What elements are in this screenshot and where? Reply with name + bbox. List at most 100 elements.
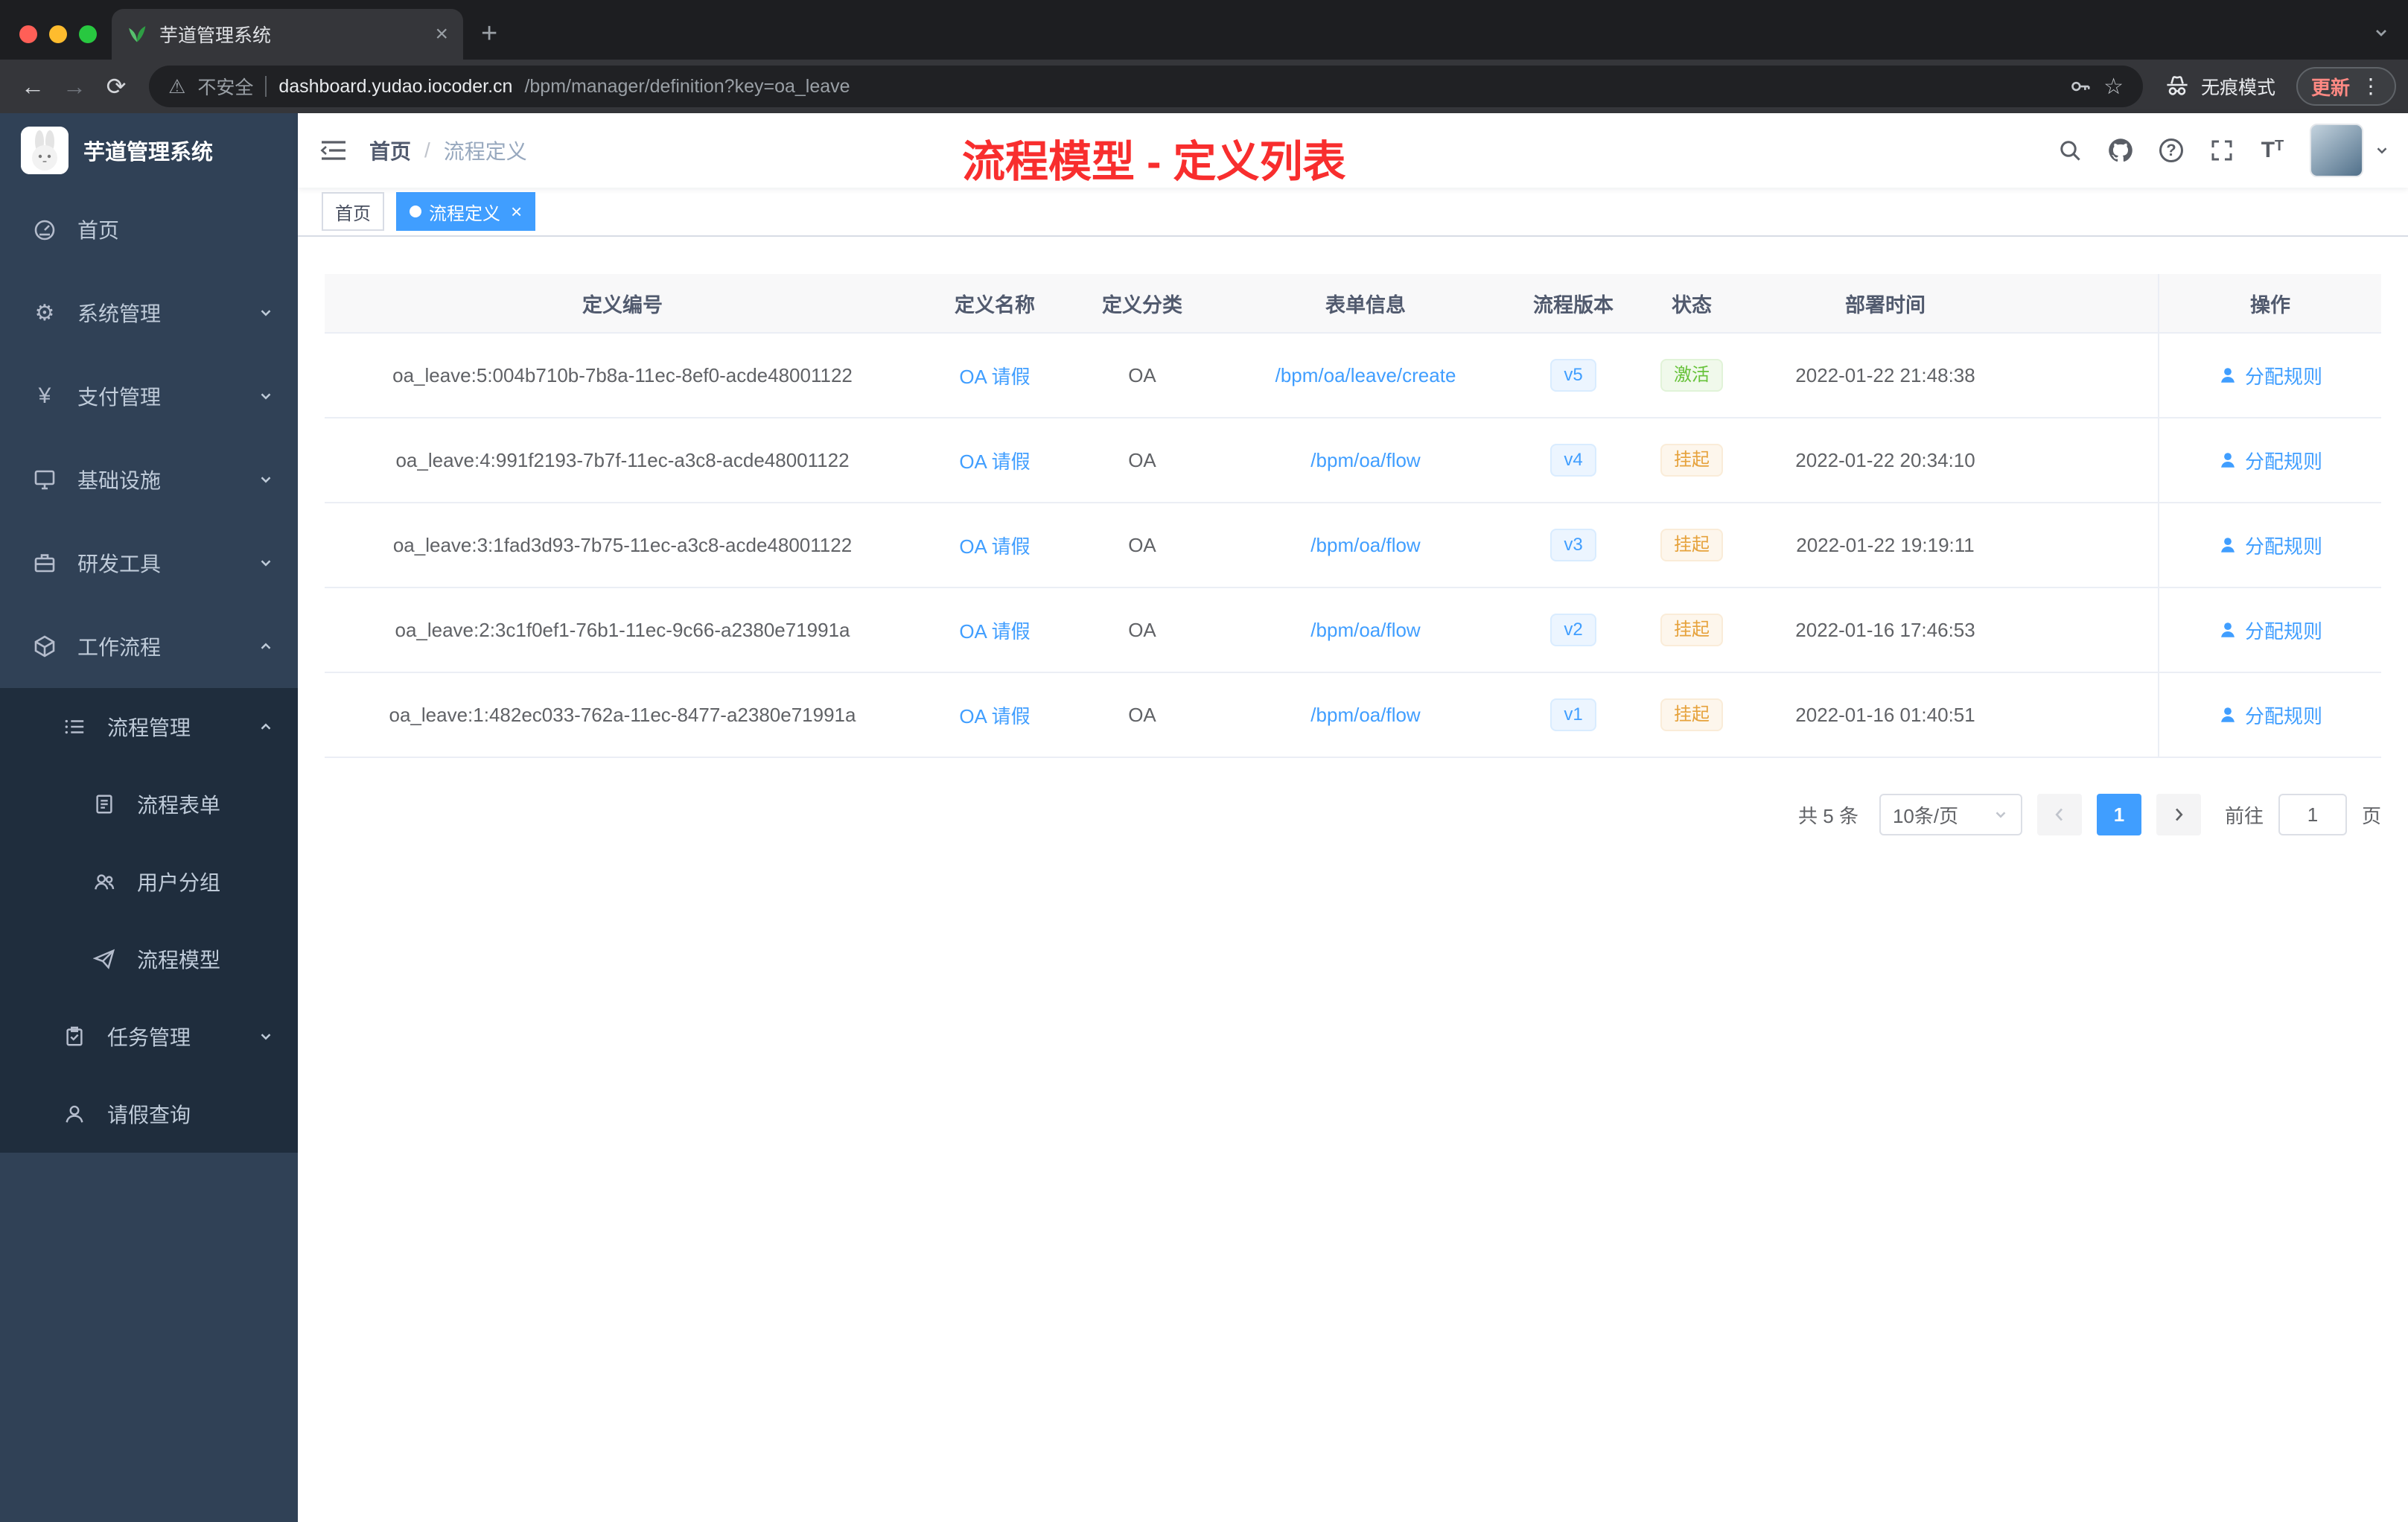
goto-page-input[interactable] (2278, 794, 2347, 835)
chevron-down-icon (258, 388, 274, 404)
sidebar-item-task-management[interactable]: 任务管理 (0, 998, 298, 1075)
version-badge: v5 (1550, 359, 1596, 392)
form-info-link[interactable]: /bpm/oa/flow (1310, 704, 1420, 727)
table-row: oa_leave:1:482ec033-762a-11ec-8477-a2380… (325, 673, 2381, 758)
user-icon (2221, 623, 2235, 637)
column-header: 表单信息 (1325, 293, 1406, 316)
avatar[interactable] (2310, 124, 2363, 177)
goto-label: 前往 (2224, 804, 2264, 827)
bookmark-star-icon[interactable]: ☆ (2103, 74, 2124, 100)
assign-rule-link[interactable]: 分配规则 (2218, 532, 2322, 559)
assign-rule-link[interactable]: 分配规则 (2218, 362, 2322, 389)
form-info-link[interactable]: /bpm/oa/flow (1310, 449, 1420, 472)
back-button[interactable]: ← (12, 74, 54, 98)
column-header: 定义分类 (1102, 293, 1182, 316)
tag-close-icon[interactable]: × (511, 202, 522, 221)
prev-page-button[interactable] (2036, 794, 2082, 835)
definition-id: oa_leave:5:004b710b-7b8a-11ec-8ef0-acde4… (392, 363, 853, 386)
assign-rule-link[interactable]: 分配规则 (2218, 617, 2322, 644)
user-icon (2221, 453, 2235, 468)
user-icon (60, 1103, 89, 1125)
sidebar-item-process-model[interactable]: 流程模型 (0, 920, 298, 998)
yen-icon: ¥ (38, 383, 51, 408)
definition-id: oa_leave:2:3c1f0ef1-76b1-11ec-9c66-a2380… (395, 618, 850, 641)
incognito-badge: 无痕模式 (2164, 73, 2275, 100)
workflow-icon (30, 634, 60, 658)
not-secure-label: 不安全 (197, 77, 254, 98)
fullscreen-icon[interactable] (2197, 138, 2247, 162)
form-info-link[interactable]: /bpm/oa/flow (1310, 619, 1420, 642)
chevron-up-icon (258, 638, 274, 655)
not-secure-warning-icon: ⚠ (168, 74, 186, 98)
new-tab-button[interactable]: + (481, 19, 497, 48)
reload-button[interactable]: ⟳ (95, 74, 137, 98)
breadcrumb: 首页 / 流程定义 (369, 136, 527, 165)
status-badge: 挂起 (1660, 698, 1723, 731)
sidebar-item-process-management[interactable]: 流程管理 (0, 688, 298, 765)
sidebar-item-dev-tools[interactable]: 研发工具 (0, 521, 298, 605)
table-row: oa_leave:4:991f2193-7b7f-11ec-a3c8-acde4… (325, 418, 2381, 503)
forward-button[interactable]: → (54, 74, 95, 98)
address-bar[interactable]: ⚠ 不安全 dashboard.yudao.iocoder.cn/bpm/man… (149, 66, 2143, 107)
version-badge: v3 (1550, 529, 1596, 561)
browser-tab[interactable]: 芋道管理系统 × (112, 9, 463, 60)
font-size-icon[interactable]: TT (2247, 138, 2298, 163)
assign-rule-link[interactable]: 分配规则 (2218, 701, 2322, 729)
definition-name-link[interactable]: OA 请假 (959, 447, 1030, 474)
github-icon[interactable] (2095, 138, 2146, 163)
page-1-button[interactable]: 1 (2096, 794, 2141, 835)
sidebar-toggle-icon[interactable] (298, 138, 369, 162)
key-icon[interactable] (2069, 75, 2092, 98)
definition-name-link[interactable]: OA 请假 (959, 617, 1030, 644)
version-badge: v1 (1550, 698, 1596, 731)
sidebar-item-infrastructure[interactable]: 基础设施 (0, 438, 298, 521)
more-menu-icon[interactable]: ⋮ (2360, 76, 2381, 97)
definition-category: OA (1128, 448, 1156, 471)
list-icon (60, 716, 89, 738)
deploy-time: 2022-01-22 19:19:11 (1796, 533, 1975, 556)
chevron-down-icon (258, 1028, 274, 1045)
incognito-label: 无痕模式 (2200, 77, 2275, 98)
sidebar-item-payment-management[interactable]: ¥ 支付管理 (0, 354, 298, 438)
sidebar-item-home[interactable]: 首页 (0, 188, 298, 271)
user-group-icon (89, 870, 119, 893)
window-minimize-button[interactable] (49, 25, 67, 43)
page-content: 定义编号 定义名称 定义分类 表单信息 流程版本 状态 部署时间 操作 oa_l… (298, 237, 2408, 1522)
version-badge: v4 (1550, 444, 1596, 477)
tag-process-definition[interactable]: 流程定义 × (396, 192, 536, 231)
form-info-link[interactable]: /bpm/oa/leave/create (1275, 364, 1456, 387)
definition-category: OA (1128, 618, 1156, 641)
sidebar-item-system-management[interactable]: ⚙ 系统管理 (0, 271, 298, 354)
tab-search-chevron-icon[interactable] (2372, 24, 2390, 42)
definition-name-link[interactable]: OA 请假 (959, 532, 1030, 559)
window-close-button[interactable] (19, 25, 37, 43)
definition-table: 定义编号 定义名称 定义分类 表单信息 流程版本 状态 部署时间 操作 oa_l… (325, 274, 2381, 758)
tab-close-icon[interactable]: × (435, 23, 448, 45)
sidebar-item-process-form[interactable]: 流程表单 (0, 765, 298, 843)
definition-name-link[interactable]: OA 请假 (959, 362, 1030, 389)
help-icon[interactable]: ? (2146, 138, 2197, 162)
sidebar-item-workflow[interactable]: 工作流程 (0, 605, 298, 688)
window-zoom-button[interactable] (79, 25, 97, 43)
chevron-left-icon (2055, 808, 2063, 821)
next-page-button[interactable] (2156, 794, 2201, 835)
pagination: 共 5 条 10条/页 1 前往 页 (325, 794, 2381, 835)
search-icon[interactable] (2045, 138, 2095, 162)
url-path: /bpm/manager/definition?key=oa_leave (524, 75, 850, 97)
sidebar-item-user-group[interactable]: 用户分组 (0, 843, 298, 920)
url-host: dashboard.yudao.iocoder.cn (278, 75, 513, 97)
page-size-select[interactable]: 10条/页 (1879, 794, 2022, 835)
sidebar-item-leave-query[interactable]: 请假查询 (0, 1075, 298, 1153)
tag-home[interactable]: 首页 (322, 192, 384, 231)
logo-image (21, 127, 69, 174)
chevron-down-icon[interactable] (2374, 142, 2390, 159)
gear-icon: ⚙ (34, 300, 55, 325)
definition-name-link[interactable]: OA 请假 (959, 701, 1030, 729)
status-badge: 激活 (1660, 359, 1723, 392)
assign-rule-link[interactable]: 分配规则 (2218, 447, 2322, 474)
form-info-link[interactable]: /bpm/oa/flow (1310, 534, 1420, 557)
chevron-down-icon (258, 471, 274, 488)
breadcrumb-home[interactable]: 首页 (369, 136, 411, 165)
user-icon (2221, 368, 2235, 383)
update-button[interactable]: 更新 ⋮ (2296, 67, 2396, 106)
